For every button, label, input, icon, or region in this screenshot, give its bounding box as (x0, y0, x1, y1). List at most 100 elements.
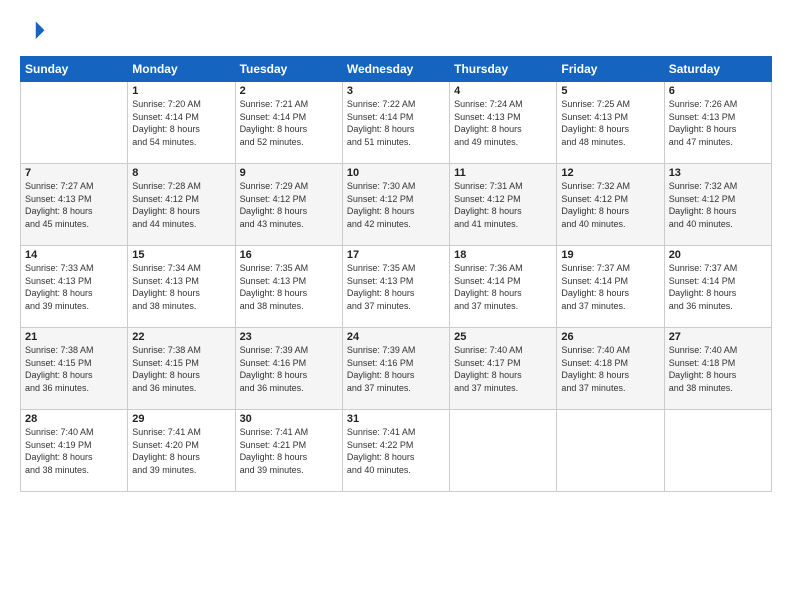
day-cell: 9Sunrise: 7:29 AM Sunset: 4:12 PM Daylig… (235, 164, 342, 246)
day-cell (557, 410, 664, 492)
col-header-sunday: Sunday (21, 57, 128, 82)
day-cell: 23Sunrise: 7:39 AM Sunset: 4:16 PM Dayli… (235, 328, 342, 410)
logo-icon (20, 18, 48, 46)
day-info: Sunrise: 7:34 AM Sunset: 4:13 PM Dayligh… (132, 262, 230, 312)
day-number: 18 (454, 249, 552, 261)
day-number: 23 (240, 331, 338, 343)
day-number: 31 (347, 413, 445, 425)
day-number: 1 (132, 85, 230, 97)
day-cell (664, 410, 771, 492)
day-info: Sunrise: 7:30 AM Sunset: 4:12 PM Dayligh… (347, 180, 445, 230)
week-row-2: 7Sunrise: 7:27 AM Sunset: 4:13 PM Daylig… (21, 164, 772, 246)
day-number: 10 (347, 167, 445, 179)
day-info: Sunrise: 7:35 AM Sunset: 4:13 PM Dayligh… (240, 262, 338, 312)
day-cell: 3Sunrise: 7:22 AM Sunset: 4:14 PM Daylig… (342, 82, 449, 164)
day-info: Sunrise: 7:41 AM Sunset: 4:20 PM Dayligh… (132, 426, 230, 476)
header (20, 18, 772, 46)
day-info: Sunrise: 7:38 AM Sunset: 4:15 PM Dayligh… (25, 344, 123, 394)
day-cell: 25Sunrise: 7:40 AM Sunset: 4:17 PM Dayli… (450, 328, 557, 410)
day-info: Sunrise: 7:40 AM Sunset: 4:19 PM Dayligh… (25, 426, 123, 476)
day-info: Sunrise: 7:39 AM Sunset: 4:16 PM Dayligh… (347, 344, 445, 394)
week-row-1: 1Sunrise: 7:20 AM Sunset: 4:14 PM Daylig… (21, 82, 772, 164)
day-info: Sunrise: 7:31 AM Sunset: 4:12 PM Dayligh… (454, 180, 552, 230)
day-cell: 30Sunrise: 7:41 AM Sunset: 4:21 PM Dayli… (235, 410, 342, 492)
day-cell: 27Sunrise: 7:40 AM Sunset: 4:18 PM Dayli… (664, 328, 771, 410)
day-cell: 21Sunrise: 7:38 AM Sunset: 4:15 PM Dayli… (21, 328, 128, 410)
day-number: 5 (561, 85, 659, 97)
day-info: Sunrise: 7:22 AM Sunset: 4:14 PM Dayligh… (347, 98, 445, 148)
day-cell: 26Sunrise: 7:40 AM Sunset: 4:18 PM Dayli… (557, 328, 664, 410)
day-number: 9 (240, 167, 338, 179)
day-cell: 2Sunrise: 7:21 AM Sunset: 4:14 PM Daylig… (235, 82, 342, 164)
day-number: 24 (347, 331, 445, 343)
day-info: Sunrise: 7:25 AM Sunset: 4:13 PM Dayligh… (561, 98, 659, 148)
day-info: Sunrise: 7:27 AM Sunset: 4:13 PM Dayligh… (25, 180, 123, 230)
day-number: 30 (240, 413, 338, 425)
day-cell: 18Sunrise: 7:36 AM Sunset: 4:14 PM Dayli… (450, 246, 557, 328)
day-number: 3 (347, 85, 445, 97)
col-header-monday: Monday (128, 57, 235, 82)
col-header-wednesday: Wednesday (342, 57, 449, 82)
day-number: 6 (669, 85, 767, 97)
day-number: 12 (561, 167, 659, 179)
day-info: Sunrise: 7:41 AM Sunset: 4:21 PM Dayligh… (240, 426, 338, 476)
col-header-thursday: Thursday (450, 57, 557, 82)
day-info: Sunrise: 7:37 AM Sunset: 4:14 PM Dayligh… (561, 262, 659, 312)
day-info: Sunrise: 7:29 AM Sunset: 4:12 PM Dayligh… (240, 180, 338, 230)
day-cell (21, 82, 128, 164)
day-info: Sunrise: 7:21 AM Sunset: 4:14 PM Dayligh… (240, 98, 338, 148)
day-number: 25 (454, 331, 552, 343)
day-number: 2 (240, 85, 338, 97)
day-info: Sunrise: 7:20 AM Sunset: 4:14 PM Dayligh… (132, 98, 230, 148)
day-number: 7 (25, 167, 123, 179)
day-cell: 13Sunrise: 7:32 AM Sunset: 4:12 PM Dayli… (664, 164, 771, 246)
day-info: Sunrise: 7:40 AM Sunset: 4:17 PM Dayligh… (454, 344, 552, 394)
day-cell: 4Sunrise: 7:24 AM Sunset: 4:13 PM Daylig… (450, 82, 557, 164)
day-info: Sunrise: 7:36 AM Sunset: 4:14 PM Dayligh… (454, 262, 552, 312)
day-cell: 22Sunrise: 7:38 AM Sunset: 4:15 PM Dayli… (128, 328, 235, 410)
day-info: Sunrise: 7:37 AM Sunset: 4:14 PM Dayligh… (669, 262, 767, 312)
day-number: 28 (25, 413, 123, 425)
day-info: Sunrise: 7:32 AM Sunset: 4:12 PM Dayligh… (561, 180, 659, 230)
day-number: 26 (561, 331, 659, 343)
day-cell (450, 410, 557, 492)
day-number: 4 (454, 85, 552, 97)
day-cell: 15Sunrise: 7:34 AM Sunset: 4:13 PM Dayli… (128, 246, 235, 328)
day-number: 29 (132, 413, 230, 425)
day-number: 8 (132, 167, 230, 179)
day-info: Sunrise: 7:40 AM Sunset: 4:18 PM Dayligh… (561, 344, 659, 394)
day-info: Sunrise: 7:28 AM Sunset: 4:12 PM Dayligh… (132, 180, 230, 230)
day-number: 16 (240, 249, 338, 261)
day-cell: 28Sunrise: 7:40 AM Sunset: 4:19 PM Dayli… (21, 410, 128, 492)
day-cell: 16Sunrise: 7:35 AM Sunset: 4:13 PM Dayli… (235, 246, 342, 328)
day-info: Sunrise: 7:26 AM Sunset: 4:13 PM Dayligh… (669, 98, 767, 148)
day-cell: 19Sunrise: 7:37 AM Sunset: 4:14 PM Dayli… (557, 246, 664, 328)
day-info: Sunrise: 7:38 AM Sunset: 4:15 PM Dayligh… (132, 344, 230, 394)
day-number: 14 (25, 249, 123, 261)
day-cell: 29Sunrise: 7:41 AM Sunset: 4:20 PM Dayli… (128, 410, 235, 492)
day-cell: 12Sunrise: 7:32 AM Sunset: 4:12 PM Dayli… (557, 164, 664, 246)
page: SundayMondayTuesdayWednesdayThursdayFrid… (0, 0, 792, 612)
day-cell: 24Sunrise: 7:39 AM Sunset: 4:16 PM Dayli… (342, 328, 449, 410)
day-cell: 1Sunrise: 7:20 AM Sunset: 4:14 PM Daylig… (128, 82, 235, 164)
day-number: 19 (561, 249, 659, 261)
day-cell: 6Sunrise: 7:26 AM Sunset: 4:13 PM Daylig… (664, 82, 771, 164)
col-header-saturday: Saturday (664, 57, 771, 82)
day-number: 17 (347, 249, 445, 261)
day-number: 15 (132, 249, 230, 261)
day-number: 21 (25, 331, 123, 343)
day-info: Sunrise: 7:24 AM Sunset: 4:13 PM Dayligh… (454, 98, 552, 148)
day-cell: 8Sunrise: 7:28 AM Sunset: 4:12 PM Daylig… (128, 164, 235, 246)
day-cell: 31Sunrise: 7:41 AM Sunset: 4:22 PM Dayli… (342, 410, 449, 492)
day-info: Sunrise: 7:32 AM Sunset: 4:12 PM Dayligh… (669, 180, 767, 230)
col-header-tuesday: Tuesday (235, 57, 342, 82)
day-number: 22 (132, 331, 230, 343)
day-number: 27 (669, 331, 767, 343)
week-row-3: 14Sunrise: 7:33 AM Sunset: 4:13 PM Dayli… (21, 246, 772, 328)
logo (20, 18, 52, 46)
day-cell: 20Sunrise: 7:37 AM Sunset: 4:14 PM Dayli… (664, 246, 771, 328)
day-info: Sunrise: 7:35 AM Sunset: 4:13 PM Dayligh… (347, 262, 445, 312)
day-number: 20 (669, 249, 767, 261)
week-row-4: 21Sunrise: 7:38 AM Sunset: 4:15 PM Dayli… (21, 328, 772, 410)
calendar-table: SundayMondayTuesdayWednesdayThursdayFrid… (20, 56, 772, 492)
